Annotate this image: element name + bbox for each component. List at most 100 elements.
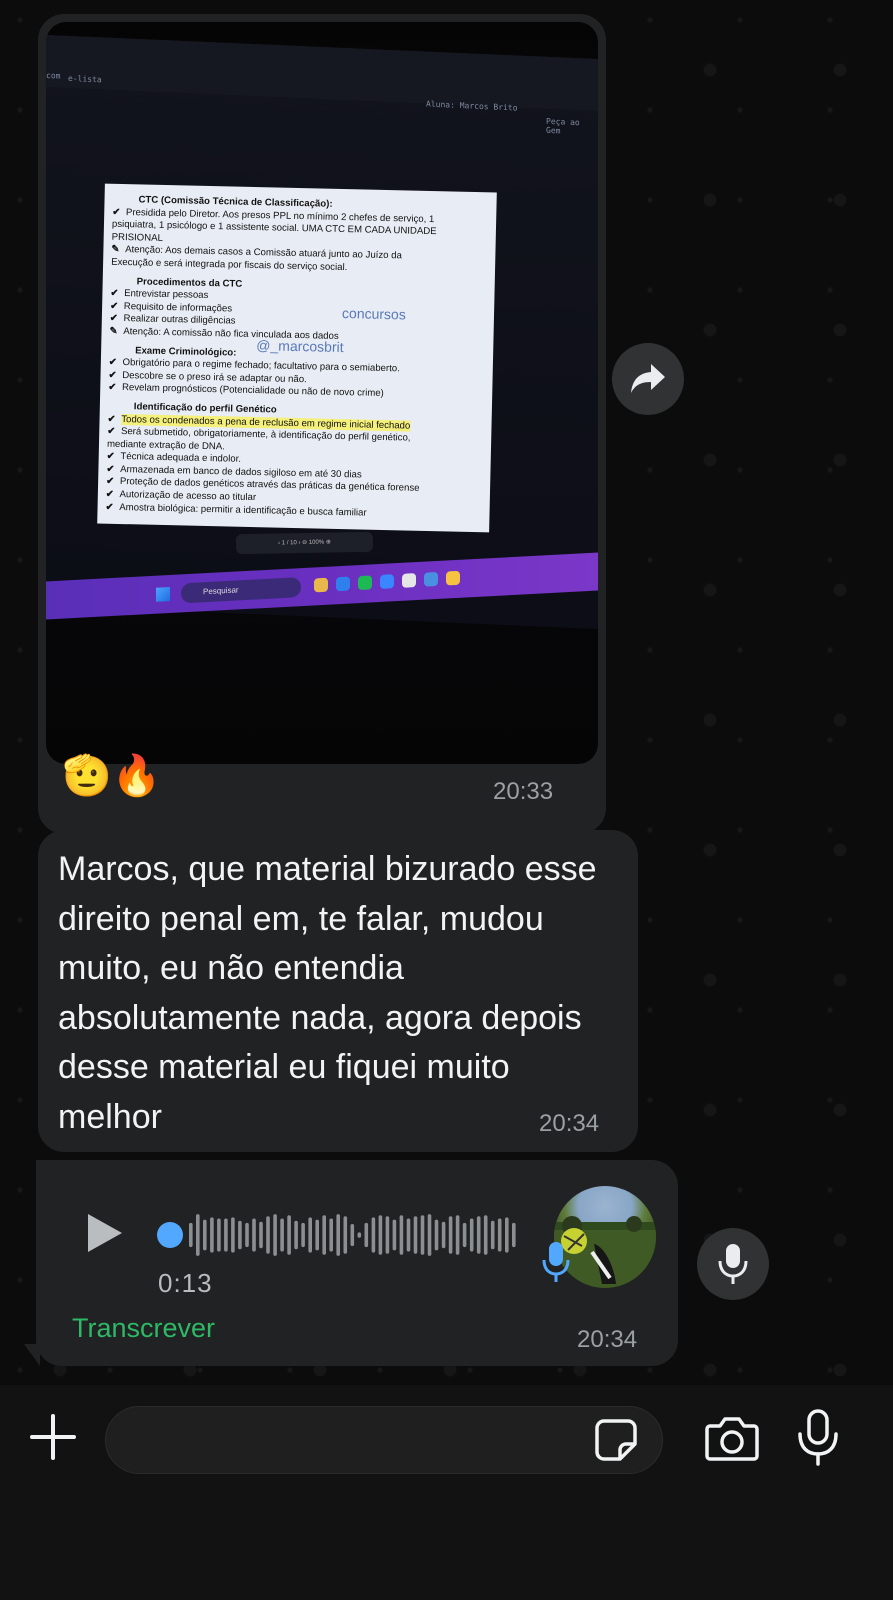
waveform-bar xyxy=(476,1216,481,1254)
waveform-bar xyxy=(210,1217,214,1253)
photo-topbar-text-1: com xyxy=(46,70,61,81)
image-message[interactable]: com e-lista Aluna: Marcos Brito Peça ao … xyxy=(38,14,606,834)
waveform-bar xyxy=(189,1222,193,1248)
voice-message[interactable]: 0:13 Transcrever 20:34 xyxy=(36,1160,678,1366)
message-time: 20:34 xyxy=(539,1110,600,1137)
camera-icon xyxy=(705,1417,759,1461)
waveform-bar xyxy=(497,1218,502,1252)
message-input-container[interactable] xyxy=(105,1406,663,1474)
photo-topbar-text-3: Aluna: Marcos Brito xyxy=(426,99,518,113)
document-line-text: PRISIONAL xyxy=(111,231,163,244)
check-icon: ✔ xyxy=(107,413,119,425)
photo-topbar-text-4: Peça ao Gem xyxy=(546,116,580,136)
waveform-bar xyxy=(413,1216,418,1254)
waveform-bar xyxy=(273,1214,277,1256)
waveform-bar xyxy=(406,1218,411,1252)
waveform-bar xyxy=(505,1217,509,1253)
forward-button[interactable] xyxy=(612,343,684,415)
record-voice-button[interactable] xyxy=(697,1228,769,1300)
camera-button[interactable] xyxy=(704,1412,760,1464)
check-icon: ✔ xyxy=(108,356,120,369)
photo-document: concursos @_marcosbrit CTC (Comissão Téc… xyxy=(97,183,497,533)
transcribe-button[interactable]: Transcrever xyxy=(72,1313,215,1344)
watermark-handle: @_marcosbrit xyxy=(256,337,344,356)
check-icon: ✔ xyxy=(107,425,119,438)
voice-record-button[interactable] xyxy=(796,1408,840,1468)
waveform-bar xyxy=(434,1219,439,1251)
waveform-bar xyxy=(238,1220,242,1250)
taskbar-app-icon xyxy=(424,571,438,587)
attach-button[interactable] xyxy=(26,1410,80,1464)
message-reactions[interactable]: 🫡🔥 xyxy=(62,752,162,800)
waveform-bar xyxy=(301,1222,305,1248)
waveform-bar xyxy=(350,1224,355,1246)
waveform-bar xyxy=(512,1222,516,1248)
waveform-bar xyxy=(378,1215,383,1255)
waveform-bar xyxy=(427,1214,432,1256)
document-line-text: Realizar outras diligências xyxy=(123,313,236,327)
waveform-bar xyxy=(343,1216,348,1254)
voice-note-mic-icon xyxy=(542,1242,570,1282)
check-icon: ✔ xyxy=(110,287,122,300)
sticker-button[interactable] xyxy=(594,1418,638,1462)
waveform-bar xyxy=(399,1215,404,1255)
waveform-bar xyxy=(462,1222,467,1248)
pin-icon: ✎ xyxy=(109,325,121,337)
waveform-bar xyxy=(371,1217,376,1253)
play-icon[interactable] xyxy=(88,1214,122,1252)
photo-pdf-pager: ‹ 1 / 10 › ⊖ 100% ⊕ xyxy=(235,531,374,555)
taskbar-app-icon xyxy=(380,574,394,589)
voice-duration: 0:13 xyxy=(158,1268,213,1298)
message-input[interactable] xyxy=(130,1421,584,1463)
waveform-bar xyxy=(259,1221,263,1249)
check-icon: ✔ xyxy=(105,501,117,513)
waveform-bar xyxy=(308,1217,312,1253)
waveform-bar xyxy=(420,1215,425,1255)
waveform-bar xyxy=(455,1215,460,1255)
waveform-bar xyxy=(336,1214,340,1256)
waveform-bar xyxy=(266,1216,270,1254)
check-icon: ✔ xyxy=(109,313,121,325)
check-icon: ✔ xyxy=(106,450,118,463)
waveform-bar xyxy=(217,1218,221,1252)
document-line-text: Entrevistar pessoas xyxy=(124,288,209,302)
taskbar-app-icon xyxy=(402,573,416,588)
photo[interactable]: com e-lista Aluna: Marcos Brito Peça ao … xyxy=(46,22,598,764)
forward-icon xyxy=(631,364,665,393)
document-line-text: Autorização de acesso ao titular xyxy=(119,489,257,504)
voice-waveform[interactable] xyxy=(188,1212,518,1258)
document-line-text: Técnica adequada e indolor. xyxy=(120,451,242,466)
waveform-bar xyxy=(392,1219,397,1251)
waveform-bar xyxy=(448,1216,453,1254)
photo-taskbar-search: Pesquisar xyxy=(181,577,301,604)
waveform-bar xyxy=(224,1218,228,1252)
taskbar-app-icon xyxy=(446,570,460,586)
message-text: Marcos, que material bizurado esse direi… xyxy=(58,850,597,1136)
waveform-bar xyxy=(196,1214,200,1256)
check-icon: ✔ xyxy=(105,488,117,501)
photo-browser-bar: com e-lista Aluna: Marcos Brito Peça ao … xyxy=(46,34,598,135)
waveform-bar xyxy=(280,1218,284,1252)
waveform-bar xyxy=(364,1222,369,1248)
message-time: 20:34 xyxy=(577,1326,638,1353)
check-icon: ✔ xyxy=(106,476,117,488)
waveform-bar xyxy=(329,1218,333,1252)
document-line-text: mediante extração de DNA. xyxy=(106,438,225,453)
mic-icon xyxy=(798,1409,838,1466)
waveform-bar xyxy=(315,1219,319,1251)
watermark-concursos: concursos xyxy=(341,305,407,323)
waveform-bar xyxy=(357,1232,362,1238)
waveform-bar xyxy=(322,1215,326,1255)
waveform-bar xyxy=(483,1215,488,1255)
playback-scrubber-handle[interactable] xyxy=(157,1222,183,1248)
waveform-bar xyxy=(490,1220,495,1250)
waveform-bar xyxy=(231,1217,235,1253)
taskbar-app-icon xyxy=(336,576,350,592)
waveform-bar xyxy=(245,1222,249,1248)
text-message[interactable]: Marcos, que material bizurado esse direi… xyxy=(38,830,638,1152)
waveform-bar xyxy=(441,1221,446,1249)
check-icon: ✔ xyxy=(108,369,120,381)
check-icon: ✔ xyxy=(106,463,118,475)
waveform-bar xyxy=(469,1218,474,1252)
check-icon: ✔ xyxy=(108,382,120,394)
